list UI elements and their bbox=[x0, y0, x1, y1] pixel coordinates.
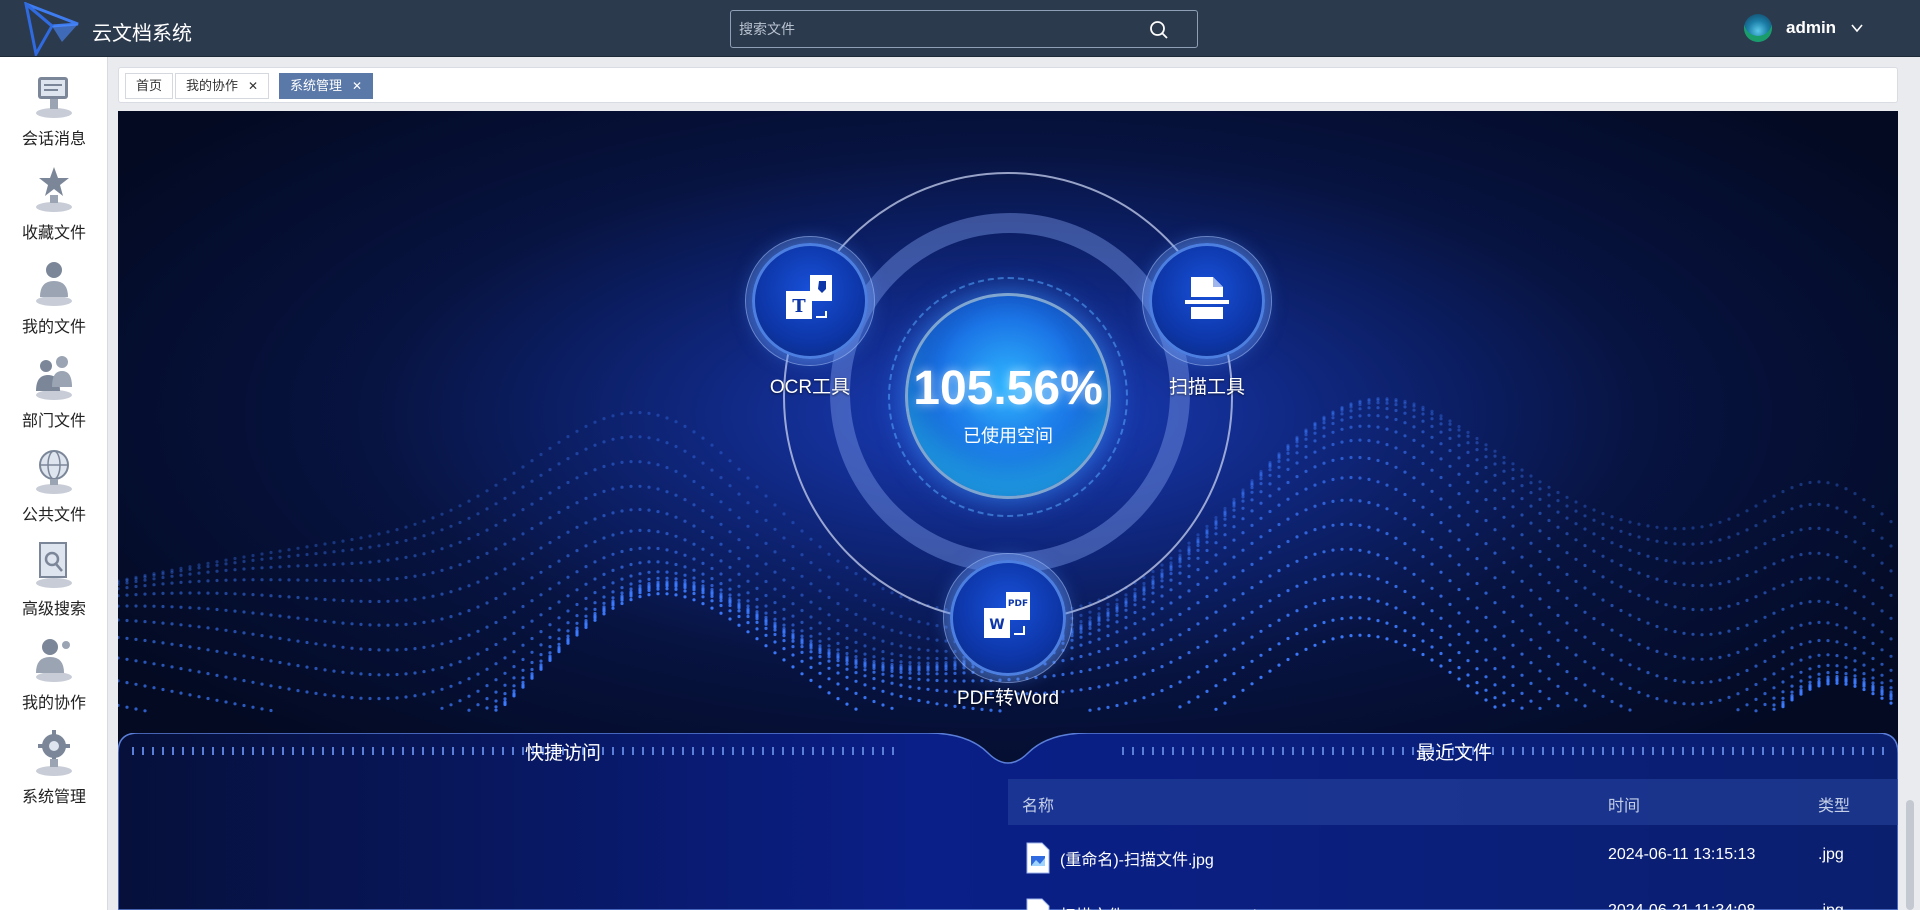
search-document-icon bbox=[36, 542, 72, 588]
column-type[interactable]: 类型 bbox=[1818, 792, 1850, 816]
storage-usage-label: 已使用空间 bbox=[963, 426, 1053, 446]
globe-icon bbox=[36, 450, 72, 494]
table-row[interactable]: (重命名)-扫描文件.jpg 2024-06-11 13:15:13 .jpg bbox=[1008, 829, 1898, 885]
avatar[interactable] bbox=[1744, 14, 1772, 42]
scrollbar-track[interactable] bbox=[1900, 57, 1920, 910]
column-name[interactable]: 名称 bbox=[1022, 792, 1054, 816]
scan-tool-button[interactable] bbox=[1142, 236, 1272, 366]
scrollbar-thumb[interactable] bbox=[1906, 800, 1914, 910]
pdf-to-word-button[interactable]: PDF W bbox=[943, 553, 1073, 683]
tab-home[interactable]: 首页 bbox=[125, 73, 174, 99]
sidebar-item-label: 部门文件 bbox=[21, 413, 86, 430]
tab-label: 我的协作 bbox=[186, 78, 239, 93]
ocr-text-icon: T bbox=[786, 275, 832, 319]
chat-monitor-icon bbox=[36, 77, 72, 118]
storage-usage-value: 105.56% bbox=[913, 362, 1103, 415]
sidebar-item-my-files[interactable]: 我的文件 bbox=[0, 249, 108, 343]
username[interactable]: admin bbox=[1786, 18, 1836, 38]
sidebar-item-label: 公共文件 bbox=[21, 507, 86, 524]
file-type: .jpg bbox=[1818, 902, 1844, 910]
user-menu[interactable]: admin bbox=[1744, 14, 1864, 42]
sidebar-item-favorites[interactable]: 收藏文件 bbox=[0, 155, 108, 249]
table-row[interactable]: 扫描文件_1718948048059.jpg 2024-06-21 11:34:… bbox=[1008, 885, 1898, 910]
tab-strip: 首页 我的协作 ✕ 系统管理 ✕ bbox=[118, 67, 1898, 103]
close-icon[interactable]: ✕ bbox=[352, 79, 362, 93]
recent-files-header: 名称 时间 类型 bbox=[1008, 779, 1898, 825]
file-time: 2024-06-11 13:15:13 bbox=[1608, 846, 1756, 863]
app-logo-icon[interactable] bbox=[22, 2, 80, 56]
sidebar-item-label: 高级搜索 bbox=[21, 601, 86, 618]
star-trophy-icon bbox=[36, 167, 72, 212]
sidebar-item-label: 我的文件 bbox=[21, 319, 86, 336]
search-input[interactable] bbox=[731, 11, 1151, 47]
sidebar-item-department[interactable]: 部门文件 bbox=[0, 343, 108, 437]
svg-text:T: T bbox=[792, 296, 806, 317]
app-title: 云文档系统 bbox=[92, 23, 192, 45]
pdf-to-word-icon: PDF W bbox=[984, 592, 1030, 638]
tab-label: 首页 bbox=[136, 78, 163, 93]
sidebar-item-label: 系统管理 bbox=[21, 789, 86, 806]
recent-files-title: 最近文件 bbox=[1416, 743, 1493, 764]
sidebar: 会话消息 收藏文件 我的文件 部门文件 公共文件 高级搜索 我的协作 系统管理 bbox=[0, 57, 108, 910]
tab-system-management[interactable]: 系统管理 ✕ bbox=[279, 73, 374, 99]
svg-text:PDF: PDF bbox=[1008, 599, 1028, 609]
file-name[interactable]: 扫描文件_1718948048059.jpg bbox=[1060, 902, 1274, 910]
ocr-tool-button[interactable]: T bbox=[745, 236, 875, 366]
search-icon[interactable] bbox=[1149, 20, 1169, 40]
column-time[interactable]: 时间 bbox=[1608, 792, 1640, 816]
dashboard: 105.56% 已使用空间 T OCR工具 扫描工具 PDF W PDF转Wor… bbox=[118, 111, 1898, 910]
sidebar-item-label: 我的协作 bbox=[21, 695, 86, 712]
file-time: 2024-06-21 11:34:08 bbox=[1608, 902, 1755, 910]
sidebar-item-collaboration[interactable]: 我的协作 bbox=[0, 625, 108, 719]
search-box[interactable] bbox=[730, 10, 1198, 48]
sidebar-item-advanced-search[interactable]: 高级搜索 bbox=[0, 531, 108, 625]
sidebar-item-chat[interactable]: 会话消息 bbox=[0, 61, 108, 155]
image-file-icon bbox=[1026, 898, 1050, 910]
image-file-icon bbox=[1026, 842, 1050, 874]
chevron-down-icon[interactable] bbox=[1850, 21, 1864, 35]
tab-collaboration[interactable]: 我的协作 ✕ bbox=[175, 73, 270, 99]
svg-text:W: W bbox=[989, 617, 1004, 633]
ocr-tool-label[interactable]: OCR工具 bbox=[710, 372, 910, 399]
scanner-icon bbox=[1185, 277, 1229, 319]
file-type: .jpg bbox=[1818, 846, 1844, 863]
user-document-icon bbox=[36, 262, 72, 306]
sidebar-item-system[interactable]: 系统管理 bbox=[0, 719, 108, 813]
sidebar-item-label: 收藏文件 bbox=[21, 225, 86, 242]
quick-access-title: 快捷访问 bbox=[525, 743, 602, 764]
bottom-panels: 快捷访问 最近文件 名称 时间 类型 (重命名)-扫描文件.jpg 2024-0… bbox=[118, 733, 1898, 910]
gear-icon bbox=[36, 730, 72, 776]
collaboration-icon bbox=[36, 639, 72, 682]
department-people-icon bbox=[36, 356, 72, 400]
scan-tool-label[interactable]: 扫描工具 bbox=[1107, 372, 1307, 399]
pdf-to-word-label[interactable]: PDF转Word bbox=[908, 683, 1108, 710]
tab-label: 系统管理 bbox=[290, 78, 343, 93]
sidebar-item-public[interactable]: 公共文件 bbox=[0, 437, 108, 531]
close-icon[interactable]: ✕ bbox=[248, 79, 258, 93]
file-name[interactable]: (重命名)-扫描文件.jpg bbox=[1060, 846, 1214, 870]
sidebar-item-label: 会话消息 bbox=[21, 131, 86, 148]
top-header: 云文档系统 admin bbox=[0, 0, 1920, 57]
